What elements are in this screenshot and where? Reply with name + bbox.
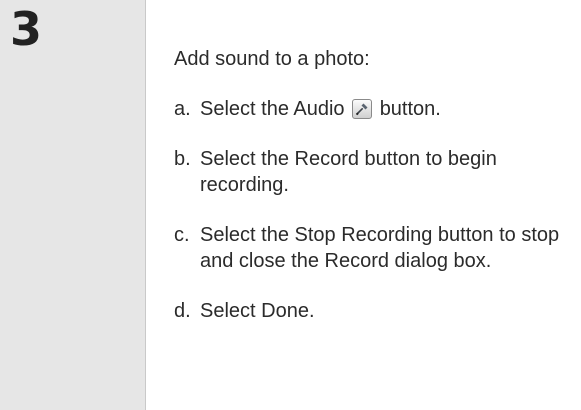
step-column: 3 bbox=[0, 0, 146, 410]
substep-text: Select the Audio button. bbox=[200, 96, 574, 122]
substep-text: Select the Stop Recording button to stop… bbox=[200, 224, 560, 272]
microphone-icon bbox=[352, 99, 373, 119]
instructions-intro: Add sound to a photo: bbox=[174, 48, 370, 70]
substep-text-before-icon: Select the Audio bbox=[200, 98, 345, 120]
substep-a: a. Select the Audio button. bbox=[174, 96, 574, 122]
substep-marker: b. bbox=[174, 148, 191, 170]
step-number: 3 bbox=[10, 2, 43, 56]
substep-marker: d. bbox=[174, 300, 191, 322]
page: 3 Add sound to a photo: a. Select the Au… bbox=[0, 0, 581, 410]
substep-text: Select the Record button to begin record… bbox=[200, 148, 497, 196]
substep-marker: c. bbox=[174, 224, 190, 246]
substep-list: a. Select the Audio button. b. Select th… bbox=[174, 96, 574, 324]
substep-c: c. Select the Stop Recording button to s… bbox=[174, 222, 574, 274]
substep-d: d. Select Done. bbox=[174, 298, 574, 324]
substep-b: b. Select the Record button to begin rec… bbox=[174, 146, 574, 198]
substep-text: Select Done. bbox=[200, 300, 315, 322]
substep-text-after-icon: button. bbox=[379, 98, 441, 120]
substep-marker: a. bbox=[174, 98, 191, 120]
instructions: Add sound to a photo: a. Select the Audi… bbox=[174, 46, 574, 324]
